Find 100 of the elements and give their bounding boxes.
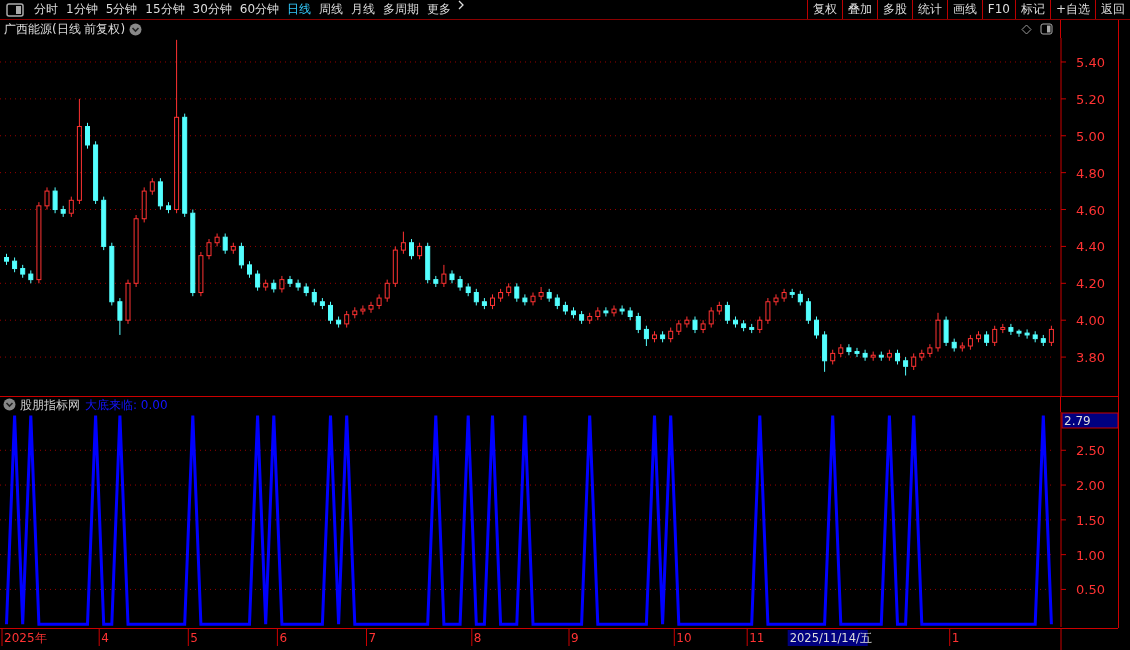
candlestick xyxy=(984,330,990,347)
candlestick xyxy=(360,304,366,316)
axis-label: 4.60 xyxy=(1076,202,1105,218)
candlestick xyxy=(68,196,74,218)
candlestick xyxy=(733,316,738,329)
period-tab[interactable]: 5分钟 xyxy=(101,0,142,19)
candlestick xyxy=(336,316,342,329)
toolbar-button[interactable]: F10 xyxy=(981,0,1015,19)
candlestick xyxy=(805,297,811,325)
period-tab[interactable]: 周线 xyxy=(315,0,348,19)
period-tab[interactable]: 30分钟 xyxy=(188,0,236,19)
candlestick xyxy=(1016,328,1022,338)
candlestick xyxy=(433,275,439,288)
period-tab[interactable]: 日线 xyxy=(283,0,316,19)
candlestick xyxy=(1032,330,1038,343)
candlestick xyxy=(319,297,325,310)
period-tab[interactable]: 月线 xyxy=(347,0,380,19)
candlestick xyxy=(522,293,528,306)
candlestick xyxy=(789,288,795,299)
candlestick xyxy=(149,177,155,196)
candlestick xyxy=(676,319,682,336)
toolbar-button[interactable]: 返回 xyxy=(1095,0,1130,19)
candlestick xyxy=(392,245,398,288)
candlestick xyxy=(344,310,350,329)
series-value: : 0.00 xyxy=(133,396,168,414)
candlestick xyxy=(546,288,552,303)
toolbar-button[interactable]: 多股 xyxy=(876,0,912,19)
candlestick xyxy=(1000,323,1006,334)
candlestick xyxy=(692,316,698,334)
candlestick xyxy=(530,292,536,306)
toolbar-button[interactable]: 统计 xyxy=(911,0,947,19)
candlestick xyxy=(927,343,933,358)
axis-label: 4.20 xyxy=(1076,276,1105,292)
candlestick xyxy=(465,282,471,297)
candlestick xyxy=(619,304,625,316)
candlestick xyxy=(457,275,463,292)
candlestick xyxy=(125,279,131,325)
candlestick xyxy=(554,293,560,310)
axis-label: 8 xyxy=(473,631,482,645)
axis-label: 5 xyxy=(190,631,198,645)
candlestick xyxy=(579,310,585,325)
toolbar-button[interactable]: 标记 xyxy=(1014,0,1050,19)
candlestick xyxy=(684,316,690,329)
candlestick xyxy=(311,288,317,306)
panel-toggle-icon[interactable] xyxy=(6,3,24,17)
toolbar-button[interactable]: 画线 xyxy=(946,0,982,19)
period-tab[interactable]: 1分钟 xyxy=(62,0,102,19)
toolbar-button[interactable]: 复权 xyxy=(806,0,842,19)
candlestick xyxy=(247,260,252,279)
candlestick xyxy=(490,293,495,310)
axis-label: 5.40 xyxy=(1076,55,1105,70)
candlestick xyxy=(376,293,382,310)
candlestick xyxy=(449,269,455,284)
axis-label: 2025年 xyxy=(4,631,47,645)
chevron-right-icon[interactable] xyxy=(458,0,466,10)
axis-label: 4.80 xyxy=(1076,165,1105,181)
candlestick xyxy=(627,306,633,321)
axis-label: 6 xyxy=(279,631,288,645)
candlestick xyxy=(538,286,544,301)
chart-title: 广西能源(日线 前复权) xyxy=(4,21,126,38)
candlestick xyxy=(781,288,787,303)
candlestick xyxy=(4,253,9,266)
candlestick xyxy=(263,279,269,292)
axis-label: 2.50 xyxy=(1076,443,1105,459)
dropdown-icon[interactable] xyxy=(129,22,143,36)
candlestick xyxy=(652,330,657,343)
candlestick xyxy=(409,238,414,260)
candlestick xyxy=(700,319,706,334)
candlestick xyxy=(660,330,666,343)
candlestick xyxy=(797,290,803,306)
candlestick xyxy=(230,242,236,255)
axis-label: 1.00 xyxy=(1076,547,1105,563)
period-tab[interactable]: 分时 xyxy=(30,0,62,19)
cursor-value-label: 2.79 xyxy=(1061,412,1118,429)
candlestick xyxy=(101,196,107,251)
candlestick xyxy=(611,304,617,317)
period-tab[interactable]: 多周期 xyxy=(379,0,424,19)
candlestick xyxy=(895,349,900,365)
dropdown-icon[interactable] xyxy=(3,398,16,411)
candlestick xyxy=(992,325,998,347)
axis-label: 2.00 xyxy=(1076,478,1105,494)
candlestick xyxy=(271,279,277,294)
toolbar-button[interactable]: 叠加 xyxy=(841,0,877,19)
candlestick xyxy=(716,301,722,316)
candlestick xyxy=(141,186,147,223)
candlestick xyxy=(862,349,868,362)
candlestick xyxy=(830,349,836,365)
candlestick xyxy=(1024,328,1030,340)
toolbar-button[interactable]: +自选 xyxy=(1049,0,1095,19)
period-tab[interactable]: 15分钟 xyxy=(141,0,189,19)
candlestick xyxy=(20,264,26,279)
candlestick xyxy=(206,238,212,260)
candlestick xyxy=(222,233,228,255)
candlestick xyxy=(514,282,520,303)
candlestick xyxy=(12,257,18,273)
period-tab[interactable]: 更多 xyxy=(423,0,456,19)
period-tab[interactable]: 60分钟 xyxy=(235,0,284,19)
candlestick xyxy=(635,312,641,334)
candlestick xyxy=(417,242,423,260)
panel-icon[interactable] xyxy=(1040,23,1053,35)
